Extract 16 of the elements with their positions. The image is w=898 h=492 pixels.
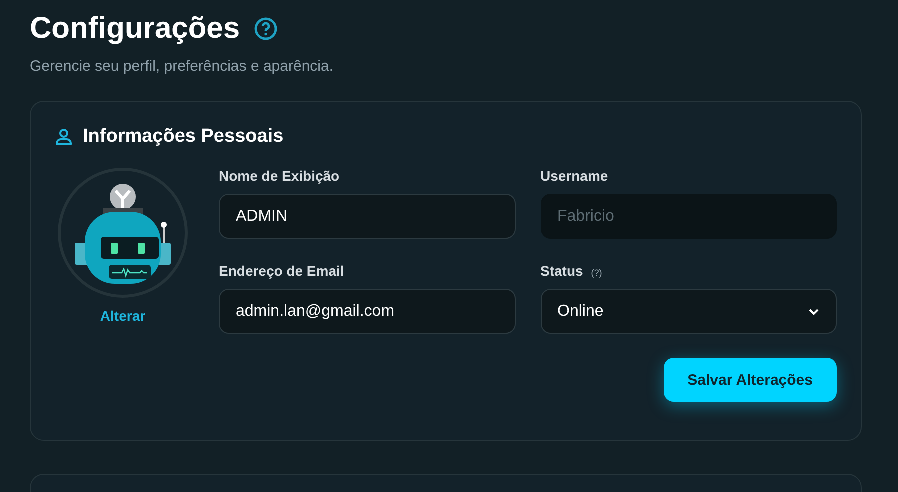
save-button[interactable]: Salvar Alterações <box>664 358 837 402</box>
field-label: Status <box>540 263 584 279</box>
card-title: Informações Pessoais <box>83 126 284 148</box>
text-field[interactable]: admin.lan@gmail.com <box>219 289 516 334</box>
status-dropdown[interactable]: Online <box>540 289 837 334</box>
field-label: Endereço de Email <box>219 263 344 279</box>
help-icon[interactable] <box>254 17 278 41</box>
help-hint: (?) <box>591 268 602 278</box>
change-avatar-link[interactable]: Alterar <box>100 308 146 324</box>
user-icon <box>55 128 73 146</box>
field-label: Username <box>540 168 608 184</box>
chevron-down-icon <box>808 308 820 316</box>
page-title: Configurações <box>30 11 240 47</box>
field-label: Nome de Exibição <box>219 168 340 184</box>
text-field[interactable]: ADMIN <box>219 194 516 239</box>
page-subtitle: Gerencie seu perfil, preferências e aparência. <box>30 58 335 75</box>
